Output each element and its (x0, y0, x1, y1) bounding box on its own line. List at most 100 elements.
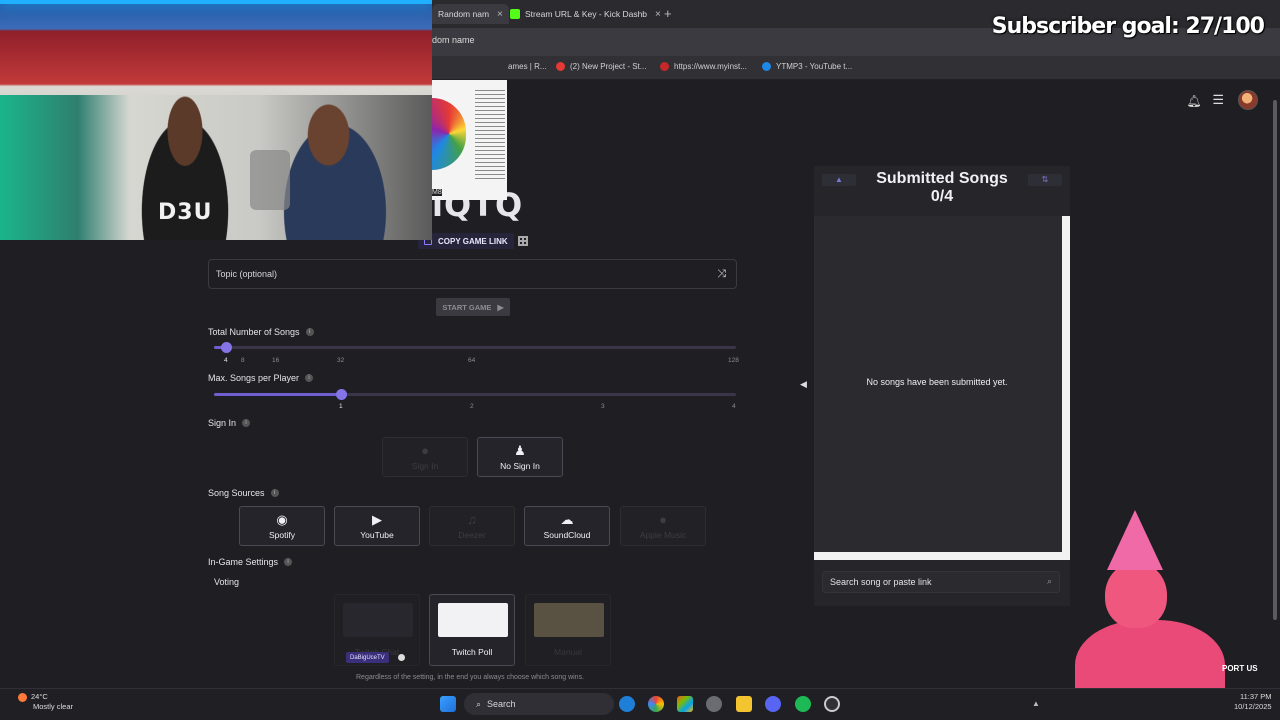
submitted-songs-list (814, 216, 1070, 560)
info-icon[interactable]: i (305, 374, 314, 382)
source-apple-music[interactable]: ● Apple Music (620, 506, 706, 546)
spotify-icon[interactable] (795, 696, 811, 712)
total-songs-label: Total Number of Songs i (208, 327, 314, 337)
header-icons: 🔔︎ ☰ (1186, 90, 1258, 110)
person-head (1105, 562, 1167, 628)
avatar[interactable] (1238, 90, 1258, 110)
qr-code-icon[interactable] (518, 236, 528, 246)
viewer-chip: DaBigUceTV (346, 652, 389, 663)
bell-icon[interactable]: 🔔︎ (1186, 94, 1201, 108)
tick-label: 3 (601, 403, 605, 410)
discord-icon[interactable] (765, 696, 781, 712)
new-tab-button[interactable]: + (664, 6, 672, 21)
info-icon[interactable]: i (305, 328, 314, 336)
tick-label: 4 (224, 357, 228, 364)
weather-icon (18, 692, 27, 702)
info-icon[interactable]: i (242, 419, 251, 427)
soundcloud-icon: ☁ (560, 512, 574, 527)
weather-widget[interactable]: 24°C Mostly clear (18, 692, 73, 712)
webcam-overlay: D3U (0, 0, 432, 240)
support-us-button[interactable]: PORT US (1222, 664, 1258, 673)
chrome-icon[interactable] (648, 696, 664, 712)
start-icon[interactable] (440, 696, 456, 712)
party-hat (1107, 510, 1163, 570)
shuffle-icon[interactable]: ⤨ (717, 268, 726, 281)
bookmark-item[interactable]: (2) New Project - St... (556, 62, 646, 71)
search-icon: ⌕ (476, 698, 482, 709)
sign-in-label: Sign In i (208, 418, 251, 428)
taskbar (0, 688, 1280, 720)
collapse-panel-icon[interactable]: ◀ (800, 379, 807, 390)
bookmark-item[interactable]: YTMP3 - YouTube t... (762, 62, 852, 71)
settings-icon[interactable] (706, 696, 722, 712)
source-soundcloud[interactable]: ☁ SoundCloud (524, 506, 610, 546)
clock[interactable]: 11:37 PM 10/12/2025 (1234, 692, 1272, 712)
deezer-icon: ♫ (467, 512, 477, 527)
voting-twitch-poll[interactable]: Twitch Poll (429, 594, 515, 666)
no-sign-in-option[interactable]: ♟ No Sign In (477, 437, 563, 477)
plus-icon (398, 654, 405, 661)
close-icon[interactable]: × (497, 9, 503, 20)
sign-in-option[interactable]: ● Sign In (382, 437, 468, 477)
system-tray[interactable]: ▲ (1032, 699, 1040, 708)
total-songs-slider[interactable] (214, 342, 736, 353)
slider-fill (214, 393, 342, 396)
bookmark-item[interactable]: https://www.myinst... (660, 62, 747, 71)
twitch-chat-preview (343, 603, 413, 637)
submitted-songs-title: Submitted Songs 0/4 (814, 170, 1070, 206)
max-songs-slider[interactable] (214, 389, 736, 400)
obs-icon[interactable] (824, 696, 840, 712)
slider-handle[interactable] (336, 389, 347, 400)
tick-label: 2 (470, 403, 474, 410)
song-search[interactable]: ⌕ (822, 571, 1060, 593)
voting-manual[interactable]: Manual (525, 594, 611, 666)
taskbar-search[interactable]: ⌕ Search (464, 693, 614, 715)
play-icon: ▶ (497, 302, 504, 312)
search-icon: ⌕ (1046, 576, 1052, 586)
bookmark-item[interactable]: ames | R... (508, 62, 547, 71)
tab-kick-dashboard[interactable]: Stream URL & Key - Kick Dashb × (504, 4, 667, 24)
empty-message: No songs have been submitted yet. (866, 377, 1008, 387)
submitted-count: 0/4 (930, 188, 954, 205)
source-deezer[interactable]: ♫ Deezer (429, 506, 515, 546)
folder-icon[interactable] (736, 696, 752, 712)
topic-field[interactable]: ⤨ (208, 259, 737, 289)
kick-icon (510, 9, 520, 19)
in-game-settings-label: In-Game Settings i (208, 557, 293, 567)
address-text: dom name (432, 35, 475, 45)
start-game-button[interactable]: START GAME ▶ (436, 298, 510, 316)
close-icon[interactable]: × (655, 9, 661, 20)
manual-preview (534, 603, 604, 637)
song-search-input[interactable] (830, 572, 1030, 592)
song-sources-label: Song Sources i (208, 488, 279, 498)
tick-label: 8 (241, 357, 245, 364)
info-icon[interactable]: i (284, 558, 293, 566)
voting-label: Voting (214, 577, 240, 587)
apple-icon: ● (659, 512, 667, 527)
source-youtube[interactable]: ▶ YouTube (334, 506, 420, 546)
wheel-caption: M8 (432, 189, 442, 196)
tab-label: Random nam (438, 9, 490, 19)
slider-handle[interactable] (221, 342, 232, 353)
max-songs-label: Max. Songs per Player i (208, 373, 314, 383)
source-spotify[interactable]: ◉ Spotify (239, 506, 325, 546)
incognito-icon: ♟ (514, 443, 526, 458)
microphone (250, 150, 290, 210)
store-icon[interactable] (677, 696, 693, 712)
youtube-icon: ▶ (372, 512, 382, 527)
info-icon[interactable]: i (270, 489, 279, 497)
scrollbar-thumb[interactable] (1273, 100, 1277, 620)
wheel-entries (475, 90, 505, 180)
edge-icon[interactable] (619, 696, 635, 712)
tick-label: 16 (272, 357, 280, 364)
tick-label: 64 (468, 357, 476, 364)
copy-game-link-button[interactable]: COPY GAME LINK (418, 233, 514, 249)
tab-random-name[interactable]: Random nam × (432, 4, 509, 24)
tick-label: 4 (732, 403, 736, 410)
menu-icon[interactable]: ☰ (1212, 92, 1224, 108)
twitch-poll-preview (438, 603, 508, 637)
bookmark-icon (762, 62, 771, 71)
topic-input[interactable] (216, 260, 696, 288)
tick-label: 128 (728, 357, 739, 364)
page-scrollbar[interactable] (1272, 84, 1278, 684)
